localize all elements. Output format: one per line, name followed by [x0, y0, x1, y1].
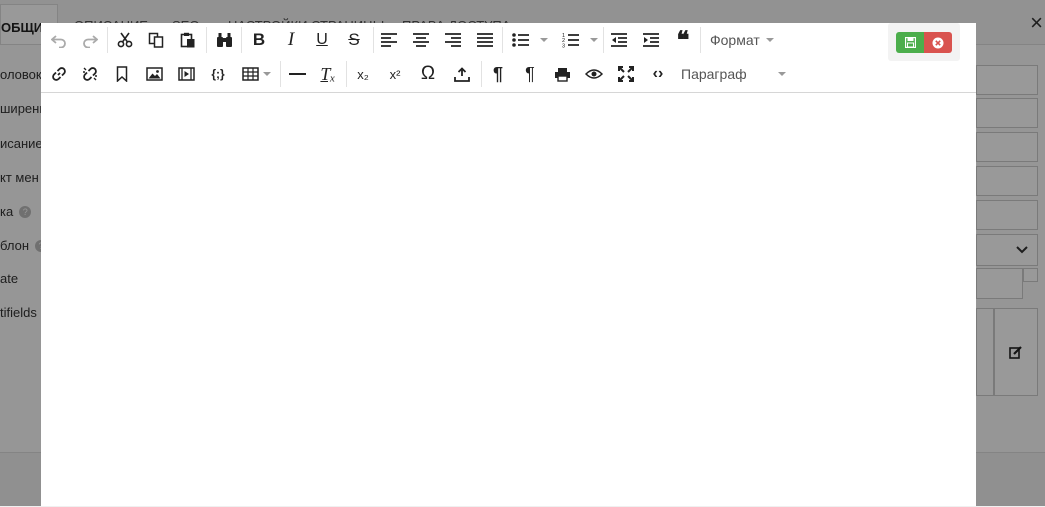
show-invisibles-button[interactable]: ¶	[517, 61, 543, 87]
find-button[interactable]	[211, 27, 237, 53]
cut-button[interactable]	[112, 27, 138, 53]
align-center-button[interactable]	[408, 27, 434, 53]
italic-button[interactable]: I	[278, 27, 304, 53]
insert-icon	[454, 66, 470, 82]
redo-button[interactable]	[77, 27, 103, 53]
clear-formatting-button[interactable]: Tₓ	[315, 61, 341, 87]
unlink-icon	[83, 67, 97, 81]
show-blocks-button[interactable]: ¶	[485, 61, 511, 87]
save-button[interactable]	[896, 32, 924, 53]
film-icon	[177, 67, 195, 81]
numbered-list-icon: 123	[562, 33, 579, 49]
editor-toolbar: B I U S 123 ❝ Формат {;} Tₓ x₂ x² Ω ¶ ¶ …	[41, 23, 976, 93]
bookmark-icon	[116, 66, 128, 82]
superscript-button[interactable]: x²	[382, 61, 408, 87]
insert-image-button[interactable]	[141, 61, 167, 87]
align-right-icon	[445, 33, 461, 47]
strikethrough-button[interactable]: S	[341, 27, 367, 53]
horizontal-rule-button[interactable]	[284, 61, 310, 87]
outdent-button[interactable]	[606, 27, 632, 53]
unlink-button[interactable]	[77, 61, 103, 87]
insert-table-button[interactable]	[237, 61, 263, 87]
toolbar-divider	[373, 27, 374, 53]
source-code-button[interactable]: ‹›	[645, 61, 671, 87]
table-icon	[241, 67, 259, 81]
paragraph-dropdown[interactable]: Параграф	[681, 61, 786, 87]
redo-icon	[83, 35, 98, 48]
table-dropdown-caret[interactable]	[263, 72, 271, 76]
underline-button[interactable]: U	[309, 27, 335, 53]
print-icon	[554, 67, 570, 82]
insert-page-break-button[interactable]	[449, 61, 475, 87]
svg-text:3: 3	[562, 44, 565, 49]
blockquote-button[interactable]: ❝	[670, 27, 696, 54]
outdent-icon	[611, 33, 627, 47]
editor-content-area[interactable]	[41, 93, 976, 506]
paste-icon	[180, 32, 195, 48]
cut-icon	[117, 32, 133, 48]
image-icon	[145, 67, 163, 81]
toolbar-divider	[206, 27, 207, 53]
preview-button[interactable]	[581, 61, 607, 87]
indent-icon	[643, 33, 659, 47]
undo-button[interactable]	[46, 27, 72, 53]
align-center-icon	[413, 33, 429, 47]
insert-media-button[interactable]	[173, 61, 199, 87]
special-character-button[interactable]: Ω	[415, 61, 441, 87]
fullscreen-icon	[618, 66, 634, 82]
cancel-button[interactable]	[924, 32, 952, 53]
binoculars-icon	[216, 33, 232, 47]
toolbar-divider	[502, 27, 503, 53]
toolbar-divider	[603, 27, 604, 53]
copy-button[interactable]	[143, 27, 169, 53]
toolbar-divider	[107, 27, 108, 53]
undo-icon	[51, 35, 66, 48]
toolbar-divider	[346, 61, 347, 87]
rich-text-editor: B I U S 123 ❝ Формат {;} Tₓ x₂ x² Ω ¶ ¶ …	[41, 23, 976, 506]
source-code-snippet-button[interactable]: {;}	[205, 61, 231, 87]
bullet-list-dropdown-caret[interactable]	[540, 38, 548, 42]
format-dropdown[interactable]: Формат	[710, 27, 774, 53]
copy-icon	[148, 32, 164, 48]
bullet-list-button[interactable]	[507, 27, 533, 53]
align-justify-button[interactable]	[472, 27, 498, 53]
numbered-list-button[interactable]: 123	[557, 27, 583, 53]
align-left-button[interactable]	[376, 27, 402, 53]
align-right-button[interactable]	[440, 27, 466, 53]
numbered-list-dropdown-caret[interactable]	[590, 38, 598, 42]
chevron-down-icon	[765, 38, 774, 42]
bold-button[interactable]: B	[246, 27, 272, 53]
toolbar-divider	[241, 27, 242, 53]
indent-button[interactable]	[638, 27, 664, 53]
bullet-list-icon	[511, 33, 529, 47]
eye-icon	[585, 69, 603, 79]
anchor-button[interactable]	[109, 61, 135, 87]
floppy-disk-icon	[904, 37, 916, 48]
fullscreen-button[interactable]	[613, 61, 639, 87]
toolbar-divider	[700, 27, 701, 53]
print-button[interactable]	[549, 61, 575, 87]
chevron-down-icon	[778, 72, 786, 76]
toolbar-divider	[481, 61, 482, 87]
close-circle-icon	[932, 37, 944, 48]
editor-action-panel	[888, 23, 960, 61]
link-icon	[52, 67, 66, 81]
align-left-icon	[381, 33, 397, 47]
subscript-button[interactable]: x₂	[350, 61, 376, 87]
align-justify-icon	[477, 33, 493, 47]
paste-button[interactable]	[175, 27, 201, 53]
horizontal-rule-icon	[288, 73, 306, 75]
toolbar-divider	[280, 61, 281, 87]
insert-link-button[interactable]	[46, 61, 72, 87]
